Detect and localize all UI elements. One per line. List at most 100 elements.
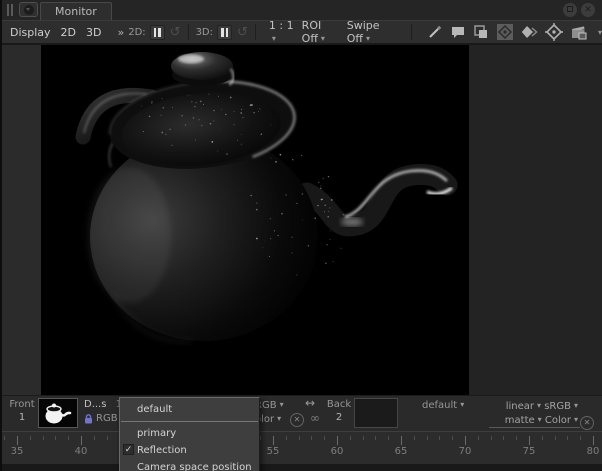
viewer-canvas[interactable] xyxy=(2,43,602,395)
tab-monitor[interactable]: Monitor xyxy=(40,2,112,20)
roi-dropdown[interactable]: ROI Off▾ xyxy=(302,19,341,45)
ruler-tick xyxy=(299,436,300,440)
panel-menu-icon xyxy=(24,5,34,15)
front-thumbnail[interactable] xyxy=(38,398,78,428)
close-icon: ✕ xyxy=(584,5,592,15)
back-clip-select[interactable]: default▾ xyxy=(422,400,464,411)
ruler-label: 40 xyxy=(75,446,88,457)
pause-3d-button[interactable] xyxy=(217,25,232,40)
ruler-tick xyxy=(593,436,594,445)
clapperboard-icon[interactable] xyxy=(570,24,588,40)
clear-back-button[interactable]: ✕ xyxy=(580,416,594,430)
ruler-tick xyxy=(529,436,530,445)
zoom-ratio-dropdown[interactable]: 1 : 1▾ xyxy=(269,19,296,45)
chevron-down-icon: ▾ xyxy=(538,413,542,426)
chevron-down-icon: ▾ xyxy=(321,34,325,43)
menu-item-primary[interactable]: primary xyxy=(120,425,259,442)
layer-menu: defaultprimary✓ReflectionCamera space po… xyxy=(119,397,260,471)
panel-menu-button[interactable] xyxy=(19,2,38,17)
clear-front-button[interactable]: ✕ xyxy=(290,413,304,427)
chevron-down-icon: ▾ xyxy=(277,412,281,425)
matte-select[interactable]: matte▾ xyxy=(505,415,542,426)
panel-grip-icon[interactable] xyxy=(7,4,15,16)
ruler-tick xyxy=(4,436,5,440)
compare-diamond-icon[interactable] xyxy=(496,23,514,41)
chevron-down-icon: ▾ xyxy=(272,34,276,43)
chevron-down-icon: ▾ xyxy=(537,399,541,412)
ruler-tick xyxy=(286,436,287,440)
view-transform-select[interactable]: linear▾ xyxy=(506,401,541,412)
menu-item-default[interactable]: default xyxy=(120,399,259,421)
tab-label: Monitor xyxy=(55,5,97,18)
chevron-down-icon: ▾ xyxy=(460,400,464,409)
swipe-dropdown[interactable]: Swipe Off▾ xyxy=(347,19,397,45)
back-gain-slider[interactable] xyxy=(489,427,580,428)
render-image[interactable] xyxy=(41,45,469,395)
ruler-tick xyxy=(503,436,504,440)
ruler-tick xyxy=(55,436,56,440)
pen-tool-icon[interactable] xyxy=(427,24,443,40)
menu-item-camera-space-position[interactable]: Camera space position xyxy=(120,459,259,471)
chevron-down-icon: ▾ xyxy=(574,413,578,426)
buffer-bar: Front 1 D...s 1 RGB RGB▾ xyxy=(2,395,602,431)
ruler-tick xyxy=(81,436,82,445)
monitor-panel: Monitor ✕ Display 2D 3D » 2D: ↺ 3D: ↺ 1 … xyxy=(0,0,602,471)
ruler-tick xyxy=(567,436,568,440)
chevron-down-icon: ▾ xyxy=(366,34,370,43)
channel-display-select[interactable]: Color▾ xyxy=(545,415,578,426)
swap-buffers-icon[interactable]: ↔ xyxy=(305,396,315,410)
ruler-tick xyxy=(516,436,517,440)
layers-icon[interactable] xyxy=(473,24,489,40)
ruler-tick xyxy=(68,436,69,440)
crosshair-diamond-icon[interactable] xyxy=(545,23,563,41)
ruler-label: 55 xyxy=(267,446,280,457)
ruler-tick xyxy=(324,436,325,440)
speech-bubble-icon[interactable] xyxy=(450,24,466,40)
ruler-tick xyxy=(260,436,261,440)
pause-2d-button[interactable] xyxy=(150,25,165,40)
ruler-tick xyxy=(580,436,581,440)
ruler-tick xyxy=(107,436,108,440)
float-panel-button[interactable] xyxy=(563,3,577,17)
ruler-tick xyxy=(452,436,453,440)
ruler-tick xyxy=(311,436,312,440)
teapot-render xyxy=(41,45,469,395)
timeline-ruler[interactable]: 35404550556065707580 xyxy=(2,431,602,464)
ruler-tick xyxy=(427,436,428,440)
ruler-tick xyxy=(465,436,466,445)
wipe-diamond-icon[interactable] xyxy=(521,24,538,40)
ruler-tick xyxy=(30,436,31,440)
menu-item-reflection[interactable]: ✓Reflection xyxy=(120,442,259,459)
menu-item-label: primary xyxy=(137,428,176,439)
ruler-label: 35 xyxy=(11,446,24,457)
front-buffer-number: 1 xyxy=(19,412,25,423)
ruler-tick xyxy=(17,436,18,445)
ruler-label: 75 xyxy=(523,446,536,457)
ruler-tick xyxy=(94,436,95,440)
front-clip-name[interactable]: D...s xyxy=(84,399,106,410)
mode-3d-button[interactable]: 3D xyxy=(86,26,101,39)
link-buffers-icon[interactable]: ∞ xyxy=(310,411,320,425)
refresh-2d-icon[interactable]: ↺ xyxy=(170,25,181,40)
ruler-tick xyxy=(439,436,440,440)
toolbar-separator xyxy=(255,24,256,40)
chevron-down-icon[interactable]: ▾ xyxy=(598,28,602,37)
mode-2d-button[interactable]: 2D xyxy=(61,26,76,39)
ruler-tick xyxy=(363,436,364,440)
ruler-tick xyxy=(337,436,338,445)
checkmark-icon: ✓ xyxy=(123,444,134,455)
ruler-tick xyxy=(388,436,389,440)
playback-3d-label: 3D: xyxy=(196,27,213,38)
expand-chevrons-icon[interactable]: » xyxy=(117,26,124,39)
toolbar-separator xyxy=(411,24,412,40)
colorspace-select[interactable]: sRGB▾ xyxy=(544,401,578,412)
lock-icon[interactable] xyxy=(84,414,93,424)
refresh-3d-icon[interactable]: ↺ xyxy=(237,25,248,40)
display-menu[interactable]: Display xyxy=(10,26,51,39)
menu-item-label: Reflection xyxy=(137,445,187,456)
close-panel-button[interactable]: ✕ xyxy=(581,3,595,17)
back-thumbnail[interactable] xyxy=(354,398,398,428)
menu-separator xyxy=(121,421,258,422)
thumbnail-teapot-icon xyxy=(39,399,77,427)
ruler-tick xyxy=(414,436,415,440)
